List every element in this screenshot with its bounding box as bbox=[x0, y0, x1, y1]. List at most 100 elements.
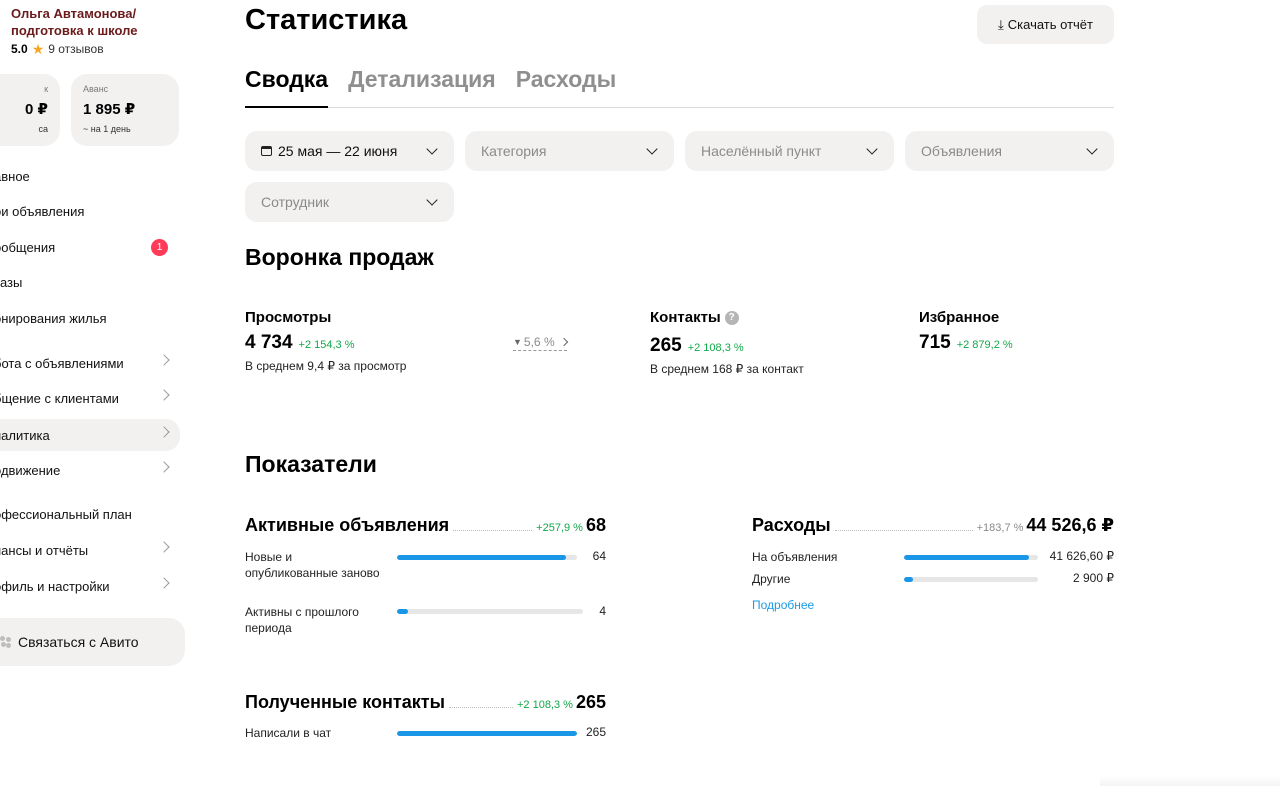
views-label: Просмотры bbox=[245, 309, 332, 326]
sidebar-item-label: ои объявления bbox=[0, 203, 85, 219]
bar-fill bbox=[397, 731, 577, 736]
unread-badge: 1 bbox=[151, 239, 168, 256]
date-range-filter[interactable]: 25 мая — 22 июня bbox=[245, 131, 454, 171]
active-ads-bar bbox=[397, 609, 583, 614]
expenses-row-label: Другие bbox=[752, 572, 791, 586]
sidebar-item-bookings[interactable]: онирования жилья bbox=[0, 302, 180, 334]
active-ads-total: 68 bbox=[585, 515, 606, 535]
help-icon[interactable]: ? bbox=[724, 310, 739, 325]
indicators-title: Показатели bbox=[245, 451, 377, 477]
advance-card-sub: ~ на 1 день bbox=[83, 124, 131, 134]
locality-filter[interactable]: Населённый пункт bbox=[685, 131, 894, 171]
expenses-header: Расходы +183,7 % 44 526,6 ₽ bbox=[752, 515, 1114, 536]
wallet-card[interactable]: к 0 ₽ са bbox=[0, 74, 60, 146]
bar-fill bbox=[904, 555, 1029, 560]
profile-name[interactable]: Ольга Автамонова/ подготовка к школе bbox=[11, 5, 161, 39]
received-contacts-header: Полученные контакты +2 108,3 % 265 bbox=[245, 692, 606, 713]
dotted-leader bbox=[834, 519, 973, 531]
expenses-title: Расходы bbox=[752, 515, 831, 535]
advance-card[interactable]: Аванс 1 895 ₽ ~ на 1 день bbox=[71, 74, 179, 146]
expenses-delta: +183,7 % bbox=[976, 522, 1024, 534]
employee-filter-label: Сотрудник bbox=[261, 194, 330, 210]
sidebar-item-label: авное bbox=[0, 168, 30, 184]
sidebar-item-ads-work[interactable]: бота с объявлениями bbox=[0, 347, 180, 379]
chevron-down-icon bbox=[646, 143, 658, 155]
favorites-metric: 715 +2 879,2 % bbox=[919, 332, 1013, 354]
contacts-metric: 265 +2 108,3 % bbox=[650, 335, 744, 357]
sidebar-item-pro-plan[interactable]: офессиональный план bbox=[0, 498, 180, 530]
received-contacts-delta: +2 108,3 % bbox=[516, 699, 573, 711]
sidebar-item-profile-settings[interactable]: офиль и настройки bbox=[0, 570, 180, 602]
chevron-right-icon bbox=[158, 541, 170, 553]
received-contacts-row-value: 265 bbox=[585, 725, 606, 739]
rating-value: 5.0 bbox=[11, 42, 28, 56]
dotted-leader bbox=[453, 519, 533, 531]
sidebar-item-messages[interactable]: ообщения 1 bbox=[0, 231, 180, 263]
expenses-row-value: 41 626,60 ₽ bbox=[1049, 549, 1114, 563]
sidebar-item-label: онирования жилья bbox=[0, 310, 107, 326]
ads-filter[interactable]: Объявления bbox=[905, 131, 1114, 171]
tab-details[interactable]: Детализация bbox=[348, 66, 496, 108]
active-ads-header: Активные объявления +257,9 % 68 bbox=[245, 515, 606, 536]
sidebar-item-finance[interactable]: нансы и отчёты bbox=[0, 534, 180, 566]
sidebar-item-label: офессиональный план bbox=[0, 506, 132, 522]
bar-fill bbox=[397, 555, 567, 560]
contact-avito-button[interactable]: Связаться с Авито bbox=[0, 618, 185, 666]
rating-row[interactable]: 5.0 ★ 9 отзывов bbox=[11, 42, 104, 56]
expenses-row-value: 2 900 ₽ bbox=[1073, 571, 1114, 585]
tabs: Сводка Детализация Расходы bbox=[245, 66, 1114, 108]
funnel-title: Воронка продаж bbox=[245, 244, 434, 270]
calendar-icon bbox=[261, 146, 272, 156]
active-ads-row-label: Новые и опубликованные заново bbox=[245, 550, 380, 580]
sidebar-item-orders[interactable]: казы bbox=[0, 266, 180, 298]
contacts-delta: +2 108,3 % bbox=[687, 342, 744, 354]
employee-filter[interactable]: Сотрудник bbox=[245, 182, 454, 222]
sidebar-item-my-ads[interactable]: ои объявления bbox=[0, 195, 180, 227]
date-range-value: 25 мая — 22 июня bbox=[278, 143, 398, 159]
received-contacts-row-label: Написали в чат bbox=[245, 726, 332, 740]
favorites-label: Избранное bbox=[919, 309, 1000, 326]
bar-fill bbox=[904, 577, 914, 582]
tab-expenses[interactable]: Расходы bbox=[516, 66, 617, 108]
expenses-row-label: На объявления bbox=[752, 550, 838, 564]
download-report-button[interactable]: ⤓ Скачать отчёт bbox=[977, 5, 1114, 44]
wallet-card-amount: 0 ₽ bbox=[25, 101, 48, 118]
views-metric: 4 734 +2 154,3 % bbox=[245, 332, 355, 354]
contacts-label: Контакты bbox=[650, 309, 721, 326]
sidebar-item-label: ообщения bbox=[0, 239, 56, 255]
sidebar-item-promotion[interactable]: одвижение bbox=[0, 454, 180, 486]
sidebar: Ольга Автамонова/ подготовка к школе 5.0… bbox=[0, 0, 190, 786]
views-average: В среднем 9,4 ₽ за просмотр bbox=[245, 359, 407, 373]
category-filter[interactable]: Категория bbox=[465, 131, 674, 171]
contacts-label-row: Контакты ? bbox=[650, 309, 739, 326]
chevron-down-icon bbox=[1086, 143, 1098, 155]
chevron-down-icon bbox=[426, 143, 438, 155]
active-ads-bar bbox=[397, 555, 577, 560]
received-contacts-total: 265 bbox=[575, 692, 606, 712]
chevron-right-icon bbox=[158, 577, 170, 589]
avito-logo-icon bbox=[0, 636, 12, 648]
sidebar-item-label: казы bbox=[0, 274, 23, 290]
advance-card-amount: 1 895 ₽ bbox=[83, 101, 136, 118]
category-filter-label: Категория bbox=[481, 143, 547, 159]
page-title: Статистика bbox=[245, 4, 408, 36]
favorites-value: 715 bbox=[919, 332, 951, 353]
chevron-right-icon bbox=[559, 337, 568, 347]
conversion-value: 5,6 % bbox=[523, 335, 555, 349]
contact-avito-label: Связаться с Авито bbox=[18, 634, 139, 650]
tab-summary[interactable]: Сводка bbox=[245, 66, 329, 108]
received-contacts-title: Полученные контакты bbox=[245, 692, 445, 712]
active-ads-row-value: 64 bbox=[592, 549, 606, 563]
sidebar-item-clients[interactable]: бщение с клиентами bbox=[0, 382, 180, 414]
chevron-right-icon bbox=[158, 354, 170, 366]
advance-card-label: Аванс bbox=[83, 84, 109, 94]
sidebar-item-label: налитика bbox=[0, 427, 50, 443]
dotted-leader bbox=[448, 696, 513, 708]
wallet-card-sub: са bbox=[38, 124, 48, 134]
conversion-link[interactable]: ▼ 5,6 % bbox=[513, 335, 568, 351]
download-report-label: Скачать отчёт bbox=[1007, 17, 1093, 32]
expenses-total: 44 526,6 ₽ bbox=[1026, 515, 1114, 535]
expenses-more-link[interactable]: Подробнее bbox=[752, 598, 814, 612]
sidebar-item-main[interactable]: авное bbox=[0, 160, 180, 192]
sidebar-item-analytics[interactable]: налитика bbox=[0, 419, 180, 451]
